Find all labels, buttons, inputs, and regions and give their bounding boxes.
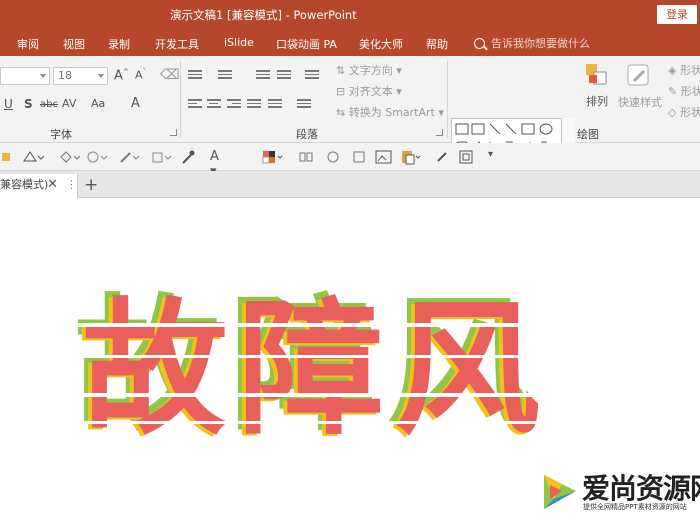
tell-me-text: 告诉我你想要做什么 (491, 37, 590, 50)
title-bar: 演示文稿1 [兼容模式] - PowerPoint 登录 (0, 0, 700, 30)
tab-review[interactable]: 审阅 (17, 36, 39, 52)
distributed-icon[interactable] (268, 99, 282, 110)
ribbon-tabs: 审阅 视图 录制 开发工具 iSlide 口袋动画 PA 美化大师 帮助 告诉我… (0, 30, 700, 56)
document-tab-name: 兼容模式) (0, 178, 49, 191)
effects-icon[interactable] (150, 149, 172, 165)
paint-icon[interactable] (0, 149, 16, 165)
paragraph-group-label: 段落 (296, 128, 318, 141)
glitch-slice (72, 393, 632, 397)
document-tab[interactable]: 兼容模式) ✕ ⋮ (0, 174, 78, 198)
distribute-icon[interactable] (325, 149, 341, 165)
picture-icon[interactable] (375, 149, 392, 165)
grow-font-button[interactable]: A^ (114, 68, 129, 83)
fill-bucket-icon[interactable] (58, 149, 81, 165)
bullets-icon[interactable] (188, 70, 202, 81)
tab-developer[interactable]: 开发工具 (155, 36, 199, 52)
quick-styles-icon (626, 63, 652, 90)
align-objects-icon[interactable] (298, 149, 314, 165)
numbering-icon[interactable] (218, 70, 232, 81)
more-icon[interactable]: ⋮ (66, 174, 77, 196)
underline-button[interactable]: U (4, 97, 13, 111)
clear-format-icon[interactable]: ⌫ (160, 67, 180, 83)
tab-view[interactable]: 视图 (63, 36, 85, 52)
glitch-slice (72, 421, 632, 424)
watermark: 爱尚资源网 提供全网精品PPT素材资源的网站 (540, 467, 700, 515)
ribbon-home: 18 A^ Aˇ ⌫ U S abc AV Aa A 字体 ⇅ 文字方向 ▾ ⊟… (0, 56, 700, 176)
shrink-font-button[interactable]: Aˇ (135, 68, 146, 82)
strikethrough-button[interactable]: abc (40, 99, 58, 110)
watermark-logo-icon (544, 475, 576, 509)
text-direction-button[interactable]: ⇅ 文字方向 ▾ (336, 62, 402, 78)
glitch-slice (72, 355, 632, 358)
outline-icon[interactable] (86, 149, 108, 165)
align-left-icon[interactable] (188, 99, 202, 110)
font-name-combo[interactable] (0, 67, 50, 85)
line-spacing-icon[interactable] (305, 70, 319, 81)
selection-pane-icon[interactable] (458, 149, 474, 165)
tab-beautify-master[interactable]: 美化大师 (359, 36, 403, 52)
glitch-slice (72, 323, 632, 327)
arrange-button[interactable]: 排列 (586, 93, 608, 109)
shape-effects-button[interactable]: ◇ 形状 (668, 104, 700, 120)
tell-me-box[interactable]: 告诉我你想要做什么 (474, 35, 590, 51)
tab-record[interactable]: 录制 (108, 36, 130, 52)
font-size-combo[interactable]: 18 (53, 67, 108, 85)
window-title: 演示文稿1 [兼容模式] - PowerPoint (170, 8, 357, 22)
align-text-button[interactable]: ⊟ 对齐文本 ▾ (336, 83, 402, 99)
color-swatch-icon[interactable] (262, 149, 283, 165)
paragraph-dialog-launcher[interactable] (436, 129, 443, 136)
font-group-label: 字体 (50, 128, 72, 141)
shape-fill-button[interactable]: ◈ 形状 (668, 62, 700, 78)
tab-pocket-animation[interactable]: 口袋动画 PA (276, 36, 337, 52)
shape-outline-button[interactable]: ✎ 形状 (668, 83, 700, 99)
decrease-indent-icon[interactable] (256, 70, 270, 81)
paste-icon[interactable] (400, 149, 421, 165)
shadow-button[interactable]: S (24, 97, 33, 111)
align-center-icon[interactable] (207, 99, 221, 110)
increase-indent-icon[interactable] (277, 70, 291, 81)
customize-toolbar-icon[interactable]: ▾ (488, 149, 504, 165)
watermark-subtitle: 提供全网精品PPT素材资源的网站 (583, 503, 687, 511)
align-right-icon[interactable] (227, 99, 241, 110)
drawing-group-label: 绘图 (577, 128, 599, 141)
pen-icon[interactable] (118, 149, 140, 165)
eyedropper-icon[interactable] (180, 149, 196, 165)
tab-islide[interactable]: iSlide (224, 36, 254, 49)
font-color-button[interactable]: A (131, 96, 140, 111)
search-icon (474, 38, 485, 49)
font-color-quick-icon[interactable]: A ▾ (210, 149, 226, 179)
group-objects-icon[interactable] (351, 149, 367, 165)
font-size-value: 18 (58, 69, 72, 82)
quick-toolbar: A ▾ ▾ (0, 143, 700, 179)
tab-help[interactable]: 帮助 (426, 36, 448, 52)
close-icon[interactable]: ✕ (47, 174, 58, 196)
columns-icon[interactable] (297, 99, 311, 110)
watermark-brand: 爱尚资源网 (582, 472, 700, 505)
font-dialog-launcher[interactable] (170, 129, 177, 136)
shapes-icon[interactable] (22, 149, 45, 165)
convert-smartart-button[interactable]: ⇆ 转换为 SmartArt ▾ (336, 104, 444, 120)
quick-styles-button[interactable]: 快速样式 (618, 94, 662, 110)
group-divider (447, 60, 448, 138)
document-tab-strip: 兼容模式) ✕ ⋮ + (0, 171, 700, 198)
char-spacing-button[interactable]: AV (62, 97, 76, 110)
arrange-icon (585, 63, 609, 90)
group-divider (180, 60, 181, 138)
justify-icon[interactable] (247, 99, 261, 110)
add-tab-button[interactable]: + (84, 174, 98, 196)
pin-icon[interactable] (434, 149, 450, 165)
change-case-button[interactable]: Aa (91, 97, 105, 110)
login-button[interactable]: 登录 (657, 5, 697, 24)
